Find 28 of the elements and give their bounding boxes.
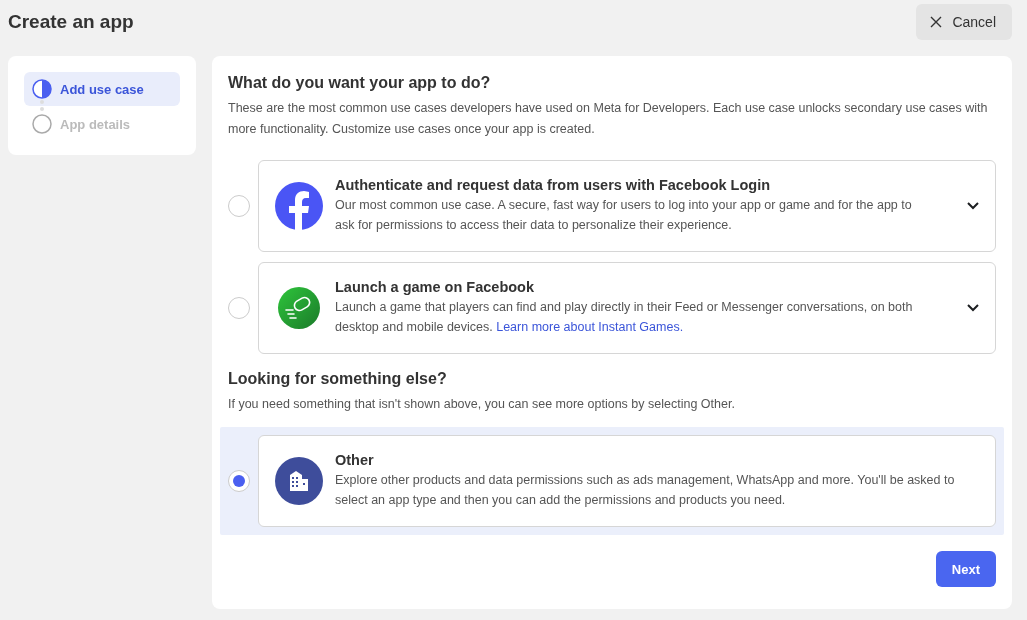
cancel-button[interactable]: Cancel — [916, 4, 1012, 40]
radio-button[interactable] — [228, 297, 250, 319]
empty-circle-icon — [32, 114, 52, 134]
use-case-title: Authenticate and request data from users with Facebook Login — [335, 177, 772, 193]
section-description: If you need something that isn't shown above, you can see more options by selecting Other. — [228, 396, 736, 413]
use-case-description: Explore other products and data permissions such as ads management, WhatsApp and more. You'll be asked to select an app type and then you can add the permissions and products you need. — [335, 472, 956, 509]
section-heading: What do you want your app to do? — [228, 74, 492, 92]
use-case-description: Our most common use case. A secure, fast way for users to log into your app or game and for the app to ask for permissions to access their data to personalize their experience. — [335, 197, 913, 234]
game-controller-icon — [275, 284, 323, 332]
building-icon — [275, 457, 323, 505]
section-heading: Looking for something else? — [228, 370, 448, 388]
use-case-title: Other — [335, 452, 375, 468]
learn-more-link[interactable]: Learn more about Instant Games. — [496, 320, 684, 334]
close-icon — [930, 16, 943, 28]
page-title: Create an app — [8, 11, 134, 33]
next-button[interactable]: Next — [935, 551, 996, 587]
chevron-down-icon[interactable] — [967, 304, 979, 312]
radio-button[interactable] — [228, 470, 250, 492]
step-item[interactable]: Add use case — [24, 72, 180, 106]
use-case-card[interactable]: Other Explore other products and data permissions such as ads management, WhatsApp and more. You'll be asked to select an app type and then you can add the permissions and products you need. — [258, 435, 996, 527]
use-case-row[interactable]: Other Explore other products and data permissions such as ads management, WhatsApp and more. You'll be asked to select an app type and then you can add the permissions and products you need. — [220, 427, 1004, 535]
facebook-logo-icon — [275, 182, 323, 230]
radio-button[interactable] — [228, 195, 250, 217]
use-case-title: Launch a game on Facebook — [335, 279, 535, 295]
chevron-down-icon[interactable] — [967, 202, 979, 210]
use-case-description: Launch a game that players can find and play directly in their Feed or Messenger conversations, on both desktop and mobile devices. Learn more about Instant Games. — [335, 299, 914, 336]
section-description: These are the most common use cases developers have used on Meta for Developers. Each use case unlocks secondary use cases with more functionality. Customize use cases once your app is created. — [228, 100, 989, 138]
half-circle-icon — [32, 79, 52, 99]
